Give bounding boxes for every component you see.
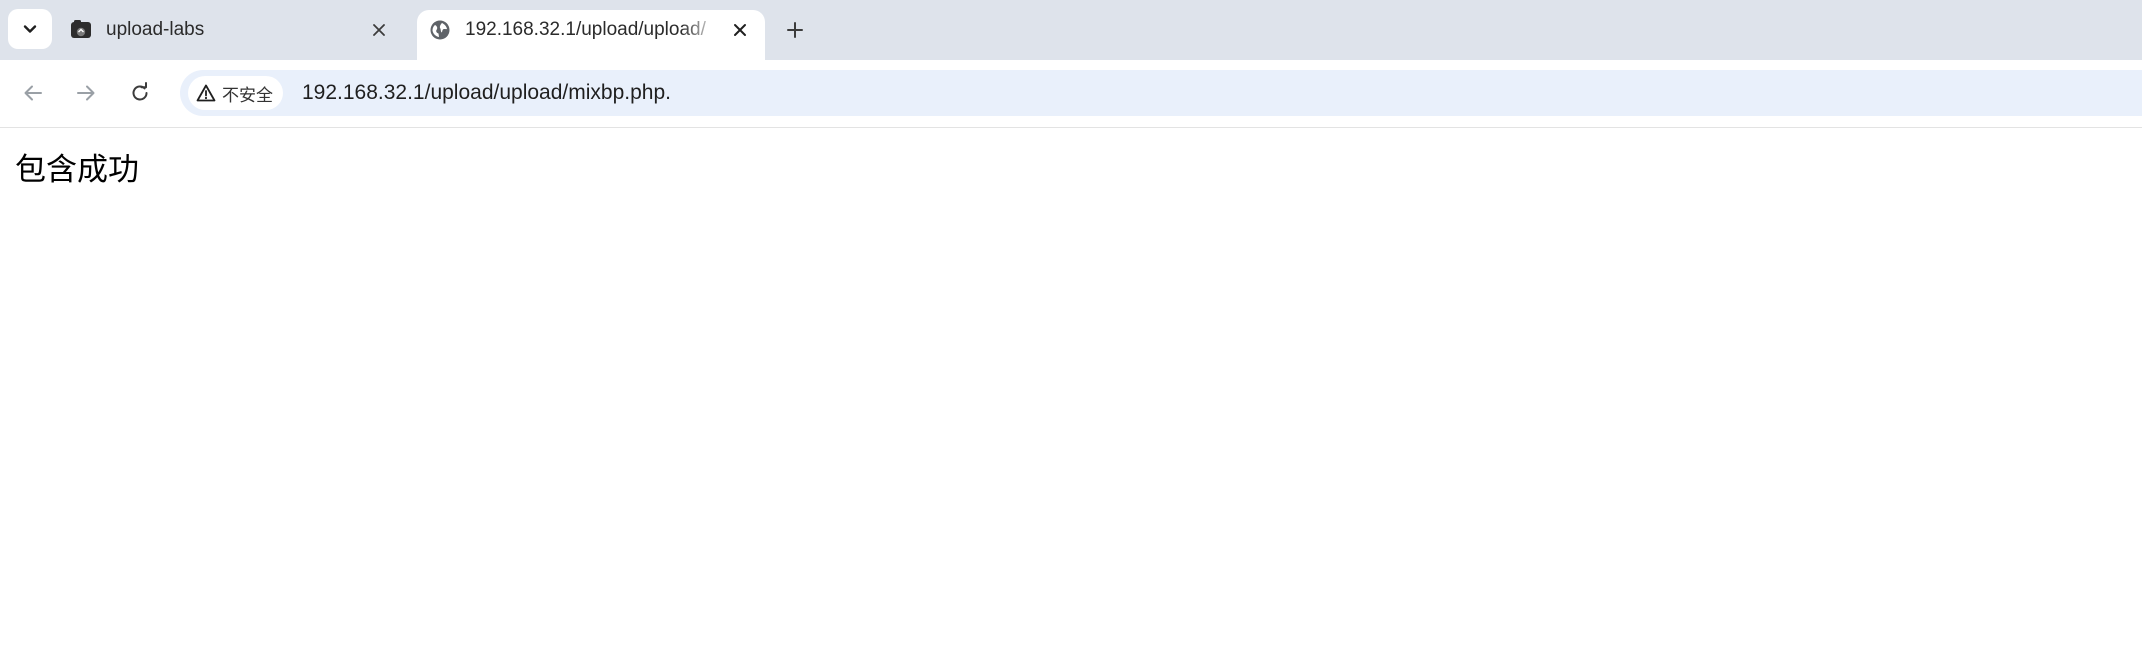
tab-search-button[interactable]: [8, 9, 52, 49]
security-label: 不安全: [222, 85, 273, 105]
tab-strip: upload-labs 192.168.32.1/upload/upload/: [0, 0, 2142, 60]
page-body-text: 包含成功: [15, 152, 139, 188]
security-chip[interactable]: 不安全: [188, 76, 283, 110]
new-tab-button[interactable]: [778, 13, 812, 47]
reload-icon: [132, 82, 148, 101]
globe-icon: [429, 19, 451, 41]
back-button[interactable]: [14, 74, 52, 112]
browser-toolbar: 不安全 192.168.32.1/upload/upload/mixbp.php…: [0, 60, 2142, 128]
address-bar[interactable]: 不安全 192.168.32.1/upload/upload/mixbp.php…: [180, 70, 2142, 116]
forward-arrow-icon: [77, 85, 95, 101]
close-icon[interactable]: [727, 17, 753, 43]
site-favicon-icon: [70, 19, 92, 41]
tab-active-upload[interactable]: 192.168.32.1/upload/upload/: [417, 10, 765, 60]
tab-title: upload-labs: [106, 19, 205, 40]
close-icon[interactable]: [366, 17, 392, 43]
chevron-down-icon: [23, 25, 37, 33]
plus-icon: [787, 22, 803, 38]
url-text[interactable]: 192.168.32.1/upload/upload/mixbp.php.: [302, 70, 671, 116]
reload-button[interactable]: [121, 74, 159, 112]
warning-icon: [196, 84, 216, 102]
back-arrow-icon: [24, 85, 42, 101]
forward-button[interactable]: [67, 74, 105, 112]
tab-title: 192.168.32.1/upload/upload/: [465, 19, 706, 40]
tab-upload-labs[interactable]: upload-labs: [58, 10, 404, 50]
